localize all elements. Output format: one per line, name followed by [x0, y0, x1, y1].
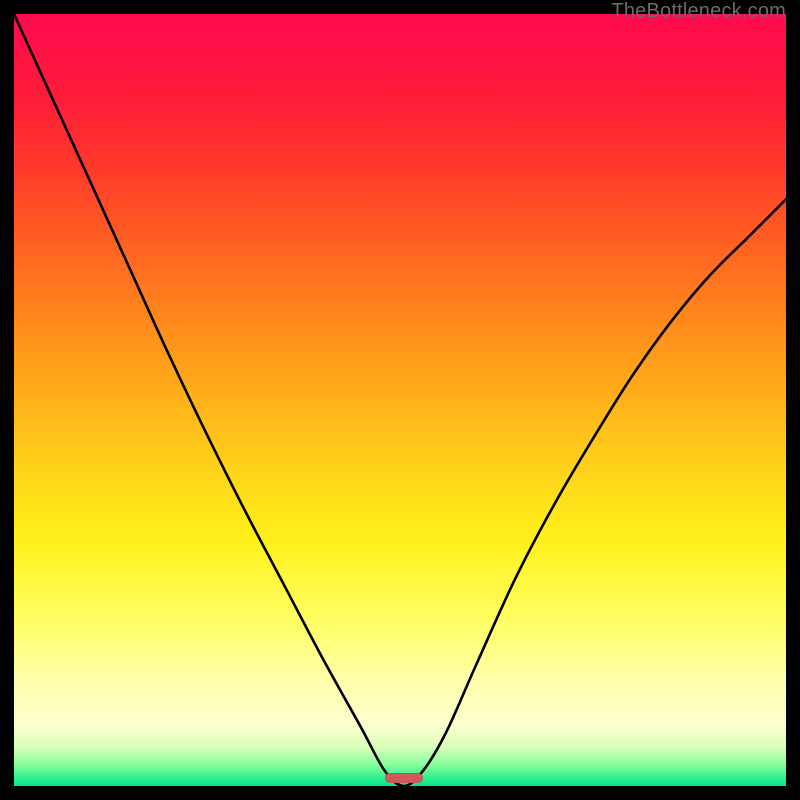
watermark-text: TheBottleneck.com	[611, 0, 786, 23]
chart-frame: TheBottleneck.com	[0, 0, 800, 800]
bottleneck-curve	[14, 14, 786, 786]
optimal-point-marker	[385, 773, 424, 783]
plot-area	[14, 14, 786, 786]
